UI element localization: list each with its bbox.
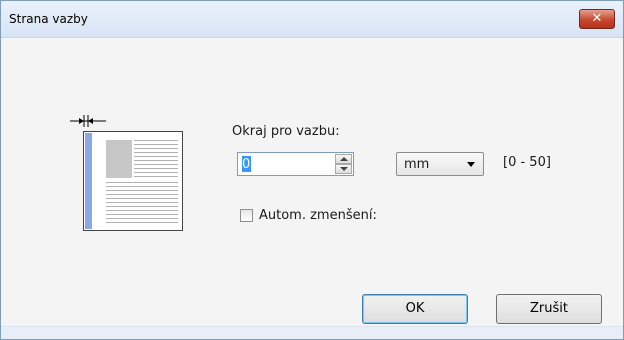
close-button[interactable]: ✕ <box>579 9 615 29</box>
binding-margin-page-icon <box>83 131 183 231</box>
margin-label: Okraj pro vazbu: <box>232 124 340 139</box>
window-title: Strana vazby <box>9 12 88 26</box>
unit-dropdown[interactable]: mm <box>396 152 484 176</box>
unit-value: mm <box>404 157 430 172</box>
page-image-placeholder <box>106 140 132 178</box>
range-label: [0 - 50] <box>503 155 551 170</box>
cancel-button[interactable]: Zrušit <box>496 294 602 324</box>
margin-spinner[interactable] <box>237 152 354 176</box>
ok-button[interactable]: OK <box>362 294 468 324</box>
page-text-lines <box>134 140 178 180</box>
binding-strip <box>85 133 92 229</box>
close-icon: ✕ <box>591 11 603 26</box>
margin-marker-icon <box>70 115 106 127</box>
auto-reduce-checkbox[interactable] <box>240 209 253 222</box>
page-text-lines-lower <box>106 182 178 226</box>
bottom-strip <box>1 326 623 339</box>
dialog-window: Strana vazby ✕ Okraj pro vazbu: mm <box>0 0 624 340</box>
spin-up-button[interactable] <box>335 154 352 164</box>
margin-input[interactable] <box>240 155 332 173</box>
auto-reduce-label[interactable]: Autom. zmenšení: <box>259 208 377 223</box>
title-bar[interactable]: Strana vazby ✕ <box>1 1 623 38</box>
chevron-down-icon <box>467 162 475 167</box>
spin-down-button[interactable] <box>335 164 352 174</box>
